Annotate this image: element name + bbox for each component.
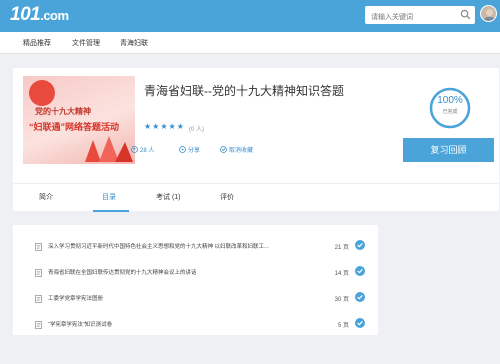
favorite-icon (220, 146, 227, 153)
nav-item-women-federation[interactable]: 青海妇联 (120, 38, 148, 48)
chapter-pages: 5 页 (337, 323, 349, 329)
document-icon (35, 321, 42, 329)
chapter-row[interactable]: “学宪章学宪法”知识测试卷 5 页 (13, 315, 378, 335)
logo-text: 101 (10, 4, 41, 25)
star-icon: ★ (168, 122, 176, 131)
nav-item-files[interactable]: 文件管理 (72, 38, 100, 48)
top-header: 101.com (0, 0, 500, 32)
share-label: 分享 (188, 148, 201, 154)
chapter-title: 深入学习贯彻习近平新时代中国特色社会主义思想和党的十九大精神 以妇联改革和妇联工… (48, 244, 269, 250)
star-icon: ★ (160, 122, 168, 131)
unfavorite-label: 取消收藏 (229, 148, 254, 154)
chapter-row[interactable]: 深入学习贯彻习近平新时代中国特色社会主义思想和党的十九大精神 以妇联改革和妇联工… (13, 237, 378, 257)
tab-catalog[interactable]: 目录 (102, 192, 116, 202)
learners-label: 28 人 (140, 148, 155, 154)
chapter-pages: 21 页 (334, 245, 349, 251)
document-icon (35, 243, 42, 251)
unfavorite-link[interactable]: 取消收藏 (220, 145, 253, 154)
cover-sun-decoration (29, 80, 55, 106)
chapter-row[interactable]: 工委学党章学宪法图册 30 页 (13, 289, 378, 309)
document-icon (35, 295, 42, 303)
cover-flags-decoration (85, 136, 133, 162)
chapter-pages: 14 页 (334, 271, 349, 277)
review-button[interactable]: 复习回顾 (403, 138, 494, 162)
rating-count: (0 人) (189, 127, 205, 133)
document-icon (35, 269, 42, 277)
chapter-row[interactable]: 青海省妇联在全国妇联传达贯彻党的十九大精神会议上的讲话 14 页 (13, 263, 378, 283)
nav-item-recommended[interactable]: 精品推荐 (23, 38, 51, 48)
check-icon (355, 266, 365, 276)
main-nav: 精品推荐 文件管理 青海妇联 (0, 32, 500, 54)
course-cover-image: 党的十九大精神 “妇联通”网络答题活动 (23, 76, 135, 164)
chapter-pages: 30 页 (334, 297, 349, 303)
check-icon (355, 318, 365, 328)
user-avatar[interactable] (480, 5, 497, 22)
star-icon: ★ (152, 122, 160, 131)
search-box (365, 6, 475, 27)
tab-intro[interactable]: 简介 (39, 192, 53, 202)
share-link[interactable]: 分享 (179, 145, 200, 154)
progress-percent: 100% (437, 95, 463, 106)
course-title: 青海省妇联--党的十九大精神知识答题 (144, 84, 344, 98)
search-input[interactable] (365, 8, 457, 27)
chapter-title: 青海省妇联在全国妇联传达贯彻党的十九大精神会议上的讲话 (48, 270, 197, 276)
star-icon: ★ (176, 122, 184, 131)
chapter-title: “学宪章学宪法”知识测试卷 (48, 322, 113, 328)
site-logo[interactable]: 101.com (10, 4, 69, 26)
search-icon[interactable] (460, 9, 471, 20)
user-icon (131, 146, 138, 153)
chapter-list: 深入学习贯彻习近平新时代中国特色社会主义思想和党的十九大精神 以妇联改革和妇联工… (13, 225, 378, 335)
progress-label: 已完成 (442, 109, 458, 115)
rating-stars: ★ ★ ★ ★ ★ (144, 123, 184, 131)
learners-count: 28 人 (131, 145, 154, 154)
logo-suffix: .com (40, 8, 69, 23)
cover-title-line1: 党的十九大精神 (35, 107, 91, 116)
tab-reviews[interactable]: 评价 (220, 192, 234, 202)
active-tab-indicator (93, 210, 129, 212)
avatar-icon (484, 9, 495, 21)
share-icon (179, 146, 186, 153)
tab-exam[interactable]: 考试 (1) (156, 192, 181, 202)
course-tabs: 简介 目录 考试 (1) 评价 (13, 183, 499, 212)
cover-title-line2: “妇联通”网络答题活动 (29, 122, 120, 132)
star-icon: ★ (144, 122, 152, 131)
check-icon (355, 292, 365, 302)
check-icon (355, 240, 365, 250)
chapter-title: 工委学党章学宪法图册 (48, 296, 104, 302)
